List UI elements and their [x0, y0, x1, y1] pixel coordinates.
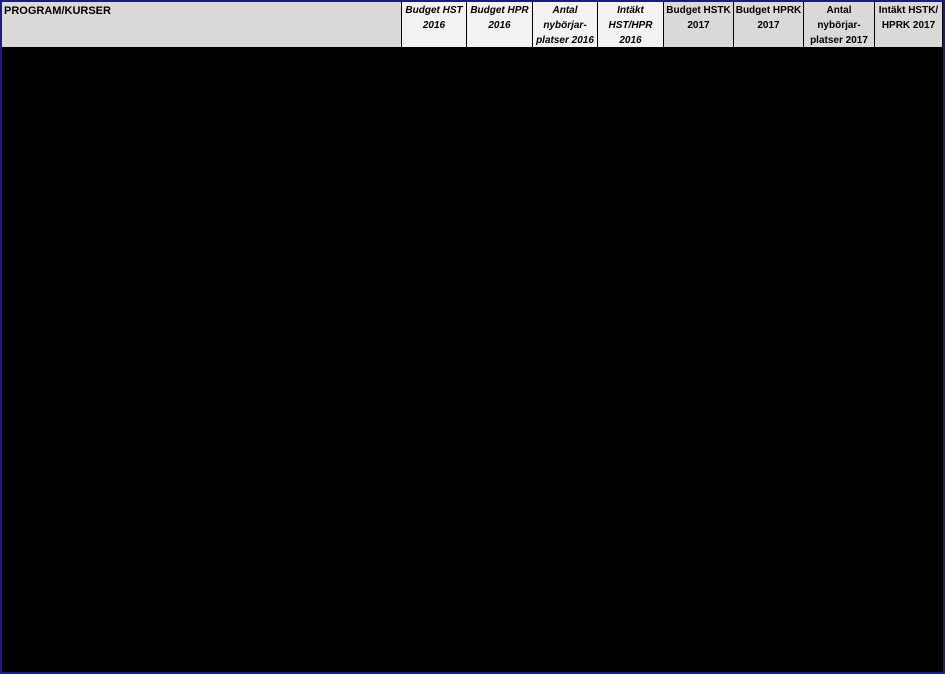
header-budget-hpr-2016[interactable]: Budget HPR 2016	[467, 2, 533, 47]
header-budget-hprk-2017[interactable]: Budget HPRK 2017	[734, 2, 804, 47]
header-antal-nyborjarplatser-2016[interactable]: Antal nybörjar- platser 2016	[533, 2, 598, 47]
header-intakt-hst-hpr-2016[interactable]: Intäkt HST/HPR 2016	[598, 2, 664, 47]
header-label: Antal nybörjar- platser 2016	[536, 5, 594, 46]
table-body-area	[2, 47, 943, 672]
header-label: Budget HPR 2016	[470, 5, 529, 31]
header-intakt-hstk-hprk-2017[interactable]: Intäkt HSTK/ HPRK 2017	[875, 2, 943, 47]
header-label: Intäkt HST/HPR 2016	[608, 5, 653, 46]
header-label: Budget HPRK 2017	[735, 5, 802, 31]
header-label: Budget HST 2016	[405, 5, 463, 31]
table-header-row: PROGRAM/KURSER Budget HST 2016 Budget HP…	[2, 2, 943, 47]
header-budget-hst-2016[interactable]: Budget HST 2016	[402, 2, 467, 47]
header-label: Antal nybörjar- platser 2017	[810, 5, 868, 46]
header-label: Intäkt HSTK/ HPRK 2017	[878, 5, 939, 31]
header-antal-nyborjarplatser-2017[interactable]: Antal nybörjar- platser 2017	[804, 2, 875, 47]
spreadsheet-frame: PROGRAM/KURSER Budget HST 2016 Budget HP…	[0, 0, 945, 674]
header-budget-hstk-2017[interactable]: Budget HSTK 2017	[664, 2, 734, 47]
header-program-kurser[interactable]: PROGRAM/KURSER	[2, 2, 402, 47]
header-label: PROGRAM/KURSER	[4, 5, 111, 17]
header-label: Budget HSTK 2017	[666, 5, 731, 31]
